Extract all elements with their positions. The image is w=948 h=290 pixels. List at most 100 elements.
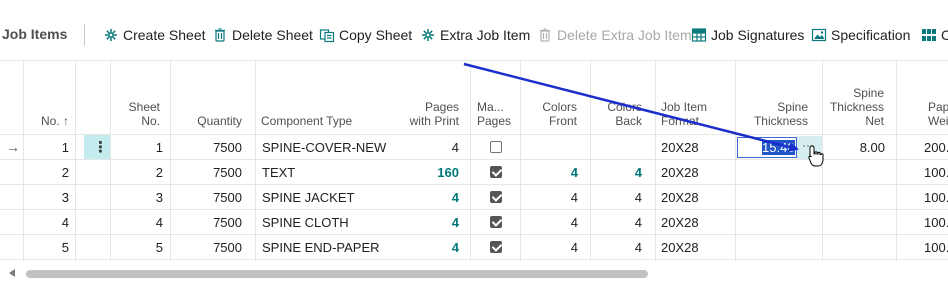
extra-job-item-button[interactable]: Extra Job Item <box>420 25 530 45</box>
cell-no[interactable]: 5 <box>23 240 69 256</box>
row-actions-button[interactable]: ⋮ <box>84 135 110 159</box>
cell-colors-front[interactable]: 4 <box>520 240 578 256</box>
cell-colors-back[interactable]: 4 <box>590 240 642 256</box>
copy-sheet-button[interactable]: Copy Sheet <box>319 25 412 45</box>
cell-no[interactable]: 2 <box>23 165 69 181</box>
cell-job-item-format[interactable]: 20X28 <box>661 165 699 181</box>
manual-pages-checkbox[interactable] <box>490 166 502 178</box>
column-header-pages-with-print[interactable]: Pages with Print <box>400 100 459 128</box>
cell-quantity[interactable]: 7500 <box>170 240 242 256</box>
cell-component-type[interactable]: TEXT <box>262 165 295 181</box>
column-header-colors-back[interactable]: Colors Back <box>590 100 642 128</box>
column-header-spine-thickness-net[interactable]: Spine Thickness Net <box>822 86 884 128</box>
column-header-line: Job Item <box>661 100 708 114</box>
column-header-manual-pages[interactable]: Ma... Pages <box>477 100 511 128</box>
column-header-quantity[interactable]: Quantity <box>170 114 242 128</box>
cell-sheet-no[interactable]: 3 <box>110 190 163 206</box>
cell-quantity[interactable]: 7500 <box>170 140 242 156</box>
scroll-left-icon[interactable] <box>9 269 15 277</box>
row-divider <box>0 159 948 160</box>
cell-pages-with-print[interactable]: 4 <box>400 140 459 156</box>
cell-quantity[interactable]: 7500 <box>170 190 242 206</box>
cell-paper-weight[interactable]: 100. <box>924 165 948 181</box>
create-sheet-button[interactable]: Create Sheet <box>103 25 206 45</box>
column-header-component-type[interactable]: Component Type <box>261 114 352 128</box>
manual-pages-checkbox[interactable] <box>490 216 502 228</box>
cell-component-type[interactable]: SPINE CLOTH <box>262 215 349 231</box>
cell-pages-with-print[interactable]: 4 <box>400 240 459 256</box>
copy-icon <box>319 27 335 43</box>
scrollbar-thumb[interactable] <box>26 270 648 278</box>
cell-component-type[interactable]: SPINE-COVER-NEW <box>262 140 386 156</box>
cell-spine-thickness-net[interactable]: 8.00 <box>822 140 885 156</box>
column-header-line: Front <box>548 114 577 128</box>
cell-job-item-format[interactable]: 20X28 <box>661 190 699 206</box>
column-header-paper-weight[interactable]: Pap Weigh <box>928 100 948 128</box>
cell-sheet-no[interactable]: 1 <box>110 140 163 156</box>
spine-thickness-input[interactable]: 15.40 <box>737 137 797 158</box>
cell-pages-with-print[interactable]: 4 <box>400 215 459 231</box>
cell-paper-weight[interactable]: 100. <box>924 190 948 206</box>
column-divider <box>655 61 656 261</box>
column-header-line: Pages <box>424 100 459 114</box>
column-header-spine-thickness[interactable]: Spine Thickness <box>735 100 808 128</box>
cell-pages-with-print[interactable]: 4 <box>400 190 459 206</box>
column-header-colors-front[interactable]: Colors Front <box>520 100 577 128</box>
cell-no[interactable]: 4 <box>23 215 69 231</box>
cell-pages-with-print[interactable]: 160 <box>400 165 459 181</box>
column-divider <box>255 61 256 261</box>
column-header-line: Spine <box>853 86 884 100</box>
column-header-line: Spine <box>777 100 808 114</box>
cell-colors-back[interactable]: 4 <box>590 190 642 206</box>
delete-extra-job-item-button[interactable]: Delete Extra Job Item <box>537 25 692 45</box>
manual-pages-checkbox[interactable] <box>490 191 502 203</box>
column-header-line: Back <box>615 114 642 128</box>
cell-sheet-no[interactable]: 4 <box>110 215 163 231</box>
cell-colors-back[interactable]: 4 <box>590 165 642 181</box>
more-actions-button[interactable]: Co <box>921 25 948 45</box>
specification-button[interactable]: Specification <box>811 25 910 45</box>
cell-job-item-format[interactable]: 20X28 <box>661 140 699 156</box>
job-signatures-button[interactable]: Job Signatures <box>691 25 804 45</box>
cell-colors-front[interactable]: 4 <box>520 215 578 231</box>
manual-pages-checkbox[interactable] <box>490 141 502 153</box>
column-header-job-item-format[interactable]: Job Item Format <box>661 100 707 128</box>
row-divider <box>0 259 948 260</box>
delete-sheet-button[interactable]: Delete Sheet <box>212 25 313 45</box>
cell-sheet-no[interactable]: 2 <box>110 165 163 181</box>
cell-paper-weight[interactable]: 100. <box>924 215 948 231</box>
trash-icon <box>212 27 228 43</box>
cell-paper-weight[interactable]: 100. <box>924 240 948 256</box>
horizontal-scrollbar[interactable] <box>0 262 948 282</box>
column-header-sheet-no[interactable]: Sheet No. <box>110 100 160 128</box>
cell-sheet-no[interactable]: 5 <box>110 240 163 256</box>
signature-grid-icon <box>691 27 707 43</box>
column-header-line: Thickness <box>753 114 808 128</box>
column-divider <box>23 61 24 261</box>
assist-edit-button[interactable]: ··· <box>797 136 822 159</box>
column-divider <box>110 61 111 261</box>
cell-colors-front[interactable]: 4 <box>520 190 578 206</box>
manual-pages-checkbox[interactable] <box>490 241 502 253</box>
picture-icon <box>811 27 827 43</box>
cell-job-item-format[interactable]: 20X28 <box>661 215 699 231</box>
toolbar-separator <box>84 24 85 46</box>
cell-quantity[interactable]: 7500 <box>170 215 242 231</box>
sheet-star-icon <box>420 27 436 43</box>
cell-colors-front[interactable]: 4 <box>520 165 578 181</box>
cell-component-type[interactable]: SPINE END-PAPER <box>262 240 380 256</box>
cell-no[interactable]: 1 <box>23 140 69 156</box>
cell-quantity[interactable]: 7500 <box>170 165 242 181</box>
column-header-line: Sheet <box>128 100 160 114</box>
column-divider <box>470 61 471 261</box>
cell-paper-weight[interactable]: 200. <box>924 140 948 156</box>
more-actions-label: Co <box>941 27 948 43</box>
cell-no[interactable]: 3 <box>23 190 69 206</box>
column-header-no[interactable]: No. ↑ <box>23 114 69 128</box>
grid-icon <box>921 27 937 43</box>
row-divider <box>0 209 948 210</box>
job-items-grid: No. ↑ Sheet No. Quantity Component Type … <box>0 60 948 261</box>
cell-component-type[interactable]: SPINE JACKET <box>262 190 354 206</box>
cell-job-item-format[interactable]: 20X28 <box>661 240 699 256</box>
cell-colors-back[interactable]: 4 <box>590 215 642 231</box>
